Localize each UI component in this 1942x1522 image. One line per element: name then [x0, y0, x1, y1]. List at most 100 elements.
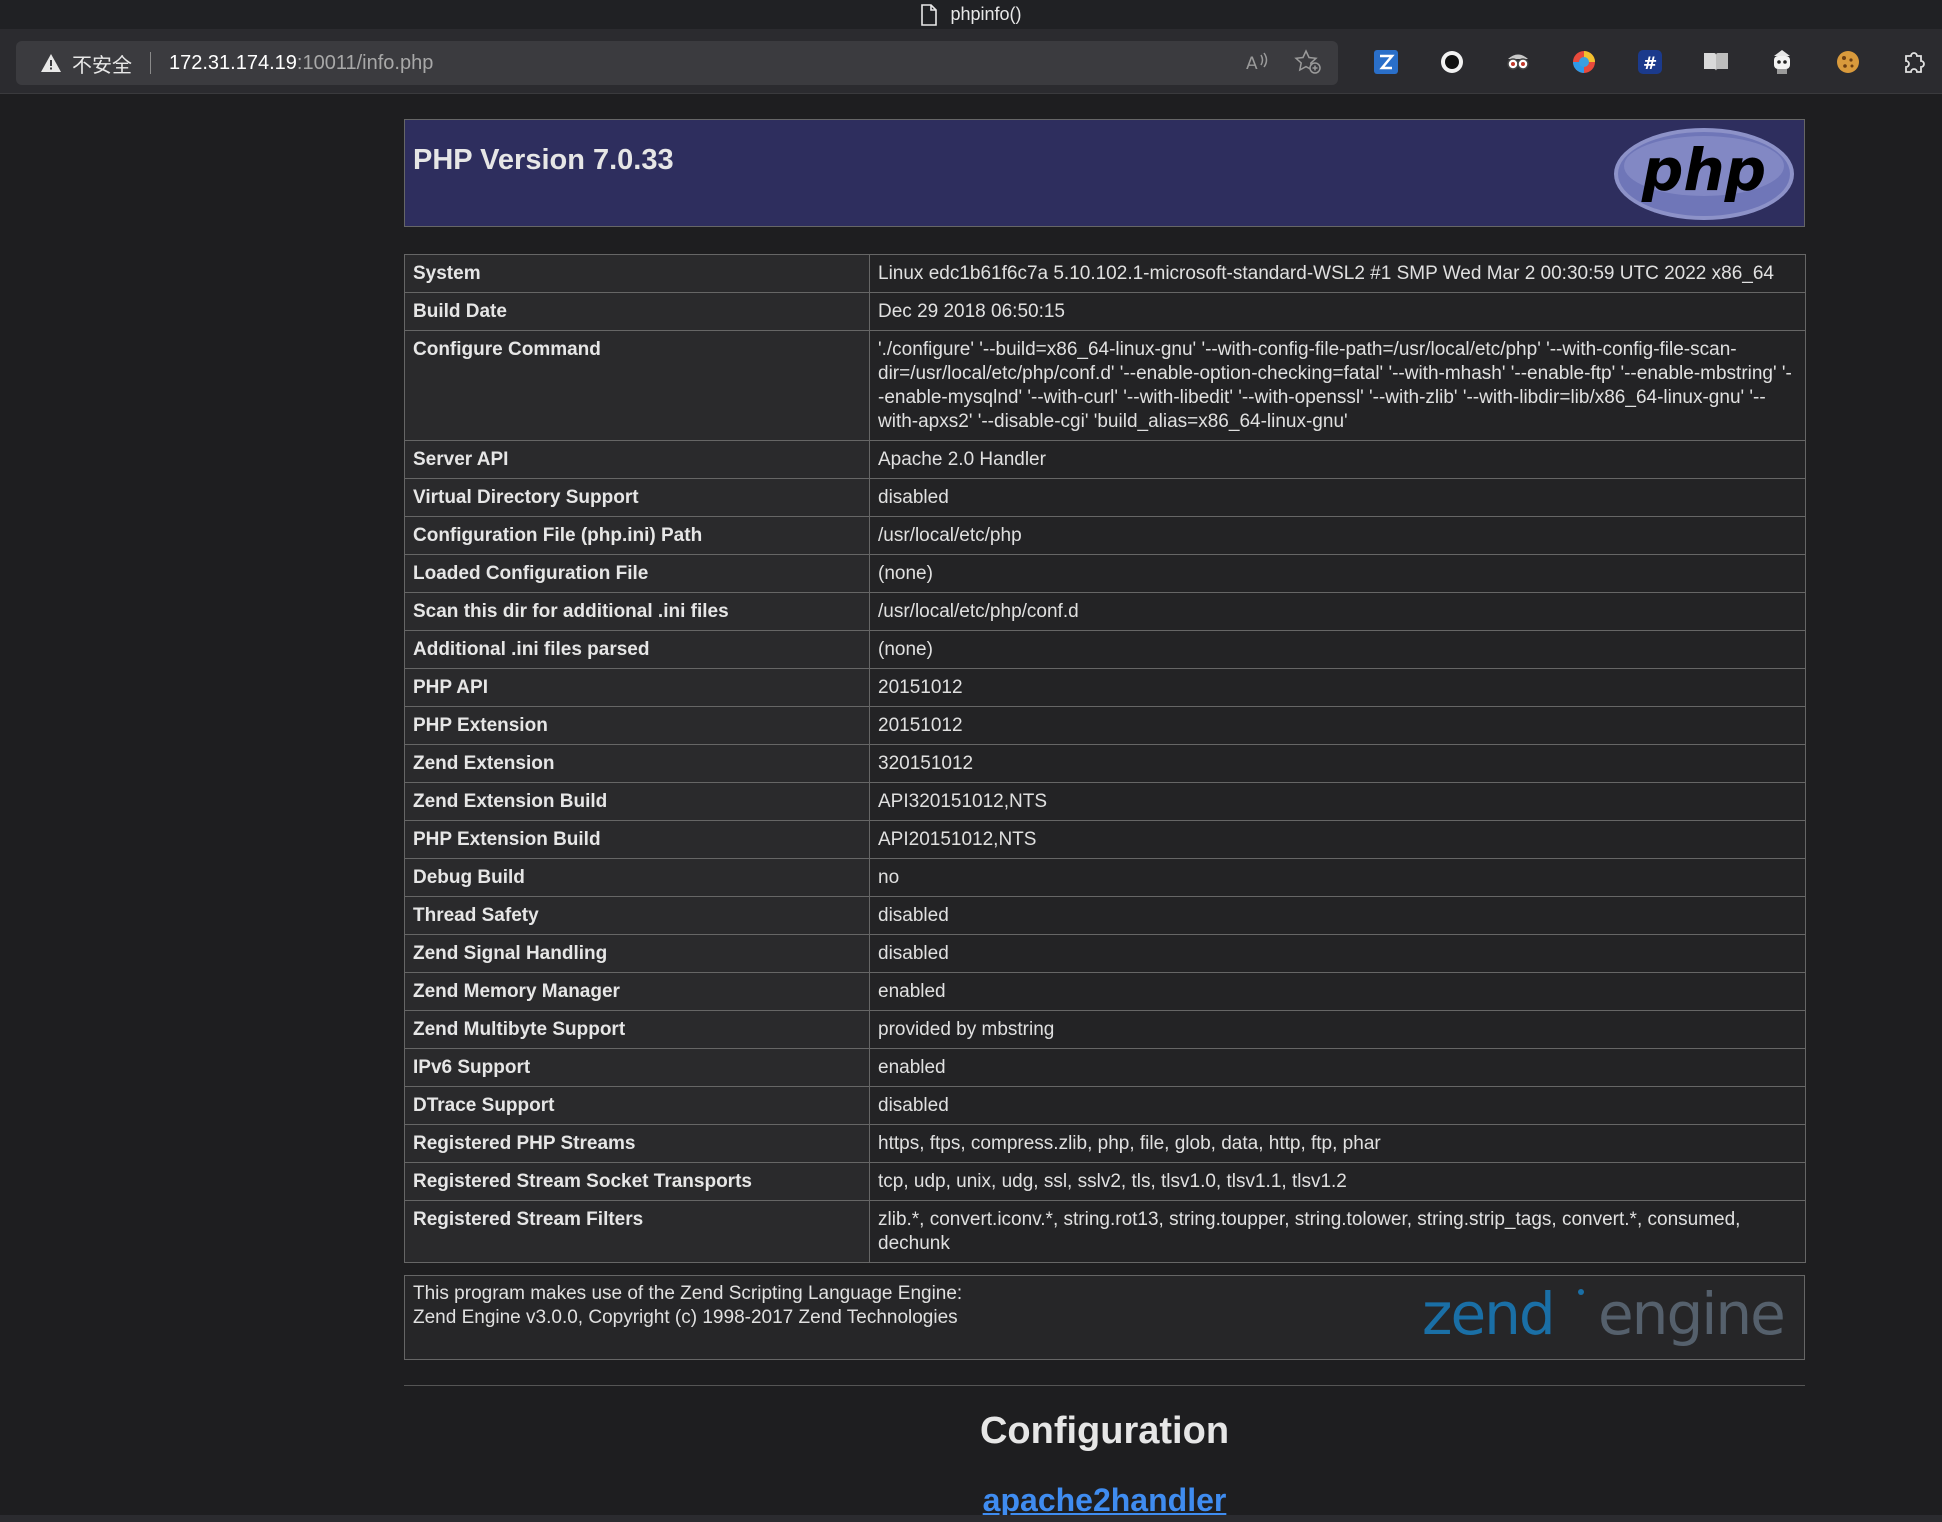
info-key: Zend Memory Manager — [404, 972, 870, 1011]
info-row: DTrace Support disabled — [404, 1086, 1806, 1125]
info-key: Zend Signal Handling — [404, 934, 870, 973]
info-row: Scan this dir for additional .ini files /… — [404, 592, 1806, 631]
php-version-title: PHP Version 7.0.33 — [413, 144, 674, 176]
document-icon — [920, 3, 938, 26]
info-key: Thread Safety — [404, 896, 870, 935]
hash-icon[interactable]: # — [1632, 44, 1668, 80]
info-value: disabled — [869, 478, 1806, 517]
svg-text:engine: engine — [1598, 1280, 1784, 1348]
info-row: Debug Build no — [404, 858, 1806, 897]
info-key: Registered PHP Streams — [404, 1124, 870, 1163]
bot-icon[interactable] — [1764, 44, 1800, 80]
info-value: https, ftps, compress.zlib, php, file, g… — [869, 1124, 1806, 1163]
section-divider — [404, 1385, 1805, 1386]
info-row: IPv6 Support enabled — [404, 1048, 1806, 1087]
svg-text:php: php — [1641, 136, 1766, 204]
info-value: (none) — [869, 630, 1806, 669]
info-row: Server API Apache 2.0 Handler — [404, 440, 1806, 479]
url-path[interactable]: :10011/info.php — [297, 52, 433, 75]
info-value: enabled — [869, 1048, 1806, 1087]
warning-icon[interactable] — [40, 53, 62, 73]
php-version-header: PHP Version 7.0.33 php — [404, 119, 1805, 227]
info-value: (none) — [869, 554, 1806, 593]
php-logo[interactable]: php — [1612, 126, 1796, 227]
info-row: PHP Extension Build API20151012,NTS — [404, 820, 1806, 859]
info-row: Configure Command './configure' '--build=… — [404, 330, 1806, 441]
info-key: Debug Build — [404, 858, 870, 897]
info-value: 20151012 — [869, 668, 1806, 707]
reader-icon[interactable] — [1698, 44, 1734, 80]
info-value: zlib.*, convert.iconv.*, string.rot13, s… — [869, 1200, 1806, 1263]
security-label[interactable]: 不安全 — [72, 49, 132, 78]
info-row: Virtual Directory Support disabled — [404, 478, 1806, 517]
colorful-icon[interactable] — [1566, 44, 1602, 80]
info-value: provided by mbstring — [869, 1010, 1806, 1049]
info-key: Scan this dir for additional .ini files — [404, 592, 870, 631]
zend-engine-box: This program makes use of the Zend Scrip… — [404, 1275, 1805, 1360]
info-value: disabled — [869, 1086, 1806, 1125]
info-value: 20151012 — [869, 706, 1806, 745]
info-key: PHP Extension Build — [404, 820, 870, 859]
info-value: Dec 29 2018 06:50:15 — [869, 292, 1806, 331]
apache2handler-link[interactable]: apache2handler — [404, 1482, 1805, 1519]
info-row: Zend Extension 320151012 — [404, 744, 1806, 783]
window-titlebar: phpinfo() — [0, 0, 1942, 29]
info-row: Zend Multibyte Support provided by mbstri… — [404, 1010, 1806, 1049]
svg-text:A: A — [1246, 54, 1258, 74]
info-key: PHP API — [404, 668, 870, 707]
puzzle-icon[interactable] — [1896, 44, 1932, 80]
bottom-strip — [0, 1515, 1942, 1522]
info-key: DTrace Support — [404, 1086, 870, 1125]
info-key: PHP Extension — [404, 706, 870, 745]
info-key: System — [404, 254, 870, 293]
extension-icons: # — [1368, 41, 1932, 83]
info-row: Registered PHP Streams https, ftps, compr… — [404, 1124, 1806, 1163]
address-divider — [150, 52, 151, 74]
info-row: Zend Signal Handling disabled — [404, 934, 1806, 973]
info-row: Build Date Dec 29 2018 06:50:15 — [404, 292, 1806, 331]
browser-toolbar: 不安全 172.31.174.19:10011/info.php A # — [0, 29, 1942, 94]
circle-icon[interactable] — [1434, 44, 1470, 80]
info-key: Zend Extension — [404, 744, 870, 783]
zend-engine-logo[interactable]: zend engine — [1418, 1280, 1798, 1363]
info-row: Zend Extension Build API320151012,NTS — [404, 782, 1806, 821]
info-key: Build Date — [404, 292, 870, 331]
cookie-icon[interactable] — [1830, 44, 1866, 80]
svg-text:#: # — [1643, 54, 1657, 74]
info-value: /usr/local/etc/php — [869, 516, 1806, 555]
info-row: Registered Stream Socket Transports tcp, … — [404, 1162, 1806, 1201]
svg-text:zend: zend — [1422, 1280, 1554, 1348]
info-row: Loaded Configuration File (none) — [404, 554, 1806, 593]
info-row: PHP Extension 20151012 — [404, 706, 1806, 745]
configuration-heading: Configuration — [979, 1410, 1230, 1452]
face-icon[interactable] — [1500, 44, 1536, 80]
info-value: Apache 2.0 Handler — [869, 440, 1806, 479]
info-value: disabled — [869, 896, 1806, 935]
page-content: PHP Version 7.0.33 php System Linux edc1b… — [0, 94, 1942, 1522]
window-title: phpinfo() — [950, 4, 1022, 24]
zotero-icon[interactable] — [1368, 44, 1404, 80]
info-value: API320151012,NTS — [869, 782, 1806, 821]
read-aloud-icon[interactable]: A — [1244, 49, 1270, 80]
info-row: Zend Memory Manager enabled — [404, 972, 1806, 1011]
info-row: PHP API 20151012 — [404, 668, 1806, 707]
info-row: Registered Stream Filters zlib.*, convert… — [404, 1200, 1806, 1263]
address-bar[interactable]: 不安全 172.31.174.19:10011/info.php A — [16, 41, 1338, 85]
favorite-add-icon[interactable] — [1294, 49, 1322, 80]
zend-line-2: Zend Engine v3.0.0, Copyright (c) 1998-2… — [413, 1307, 958, 1328]
info-key: Server API — [404, 440, 870, 479]
info-row: Additional .ini files parsed (none) — [404, 630, 1806, 669]
info-key: Configuration File (php.ini) Path — [404, 516, 870, 555]
info-key: Virtual Directory Support — [404, 478, 870, 517]
info-value: /usr/local/etc/php/conf.d — [869, 592, 1806, 631]
url-host[interactable]: 172.31.174.19 — [169, 52, 297, 75]
info-row: Configuration File (php.ini) Path/usr/lo… — [404, 516, 1806, 555]
info-value: disabled — [869, 934, 1806, 973]
info-key: Loaded Configuration File — [404, 554, 870, 593]
info-value: 320151012 — [869, 744, 1806, 783]
info-value: API20151012,NTS — [869, 820, 1806, 859]
info-table: System Linux edc1b61f6c7a 5.10.102.1-micr… — [404, 254, 1806, 1263]
info-value: Linux edc1b61f6c7a 5.10.102.1-microsoft-… — [869, 254, 1806, 293]
info-key: IPv6 Support — [404, 1048, 870, 1087]
zend-credits: This program makes use of the Zend Scrip… — [413, 1282, 962, 1330]
